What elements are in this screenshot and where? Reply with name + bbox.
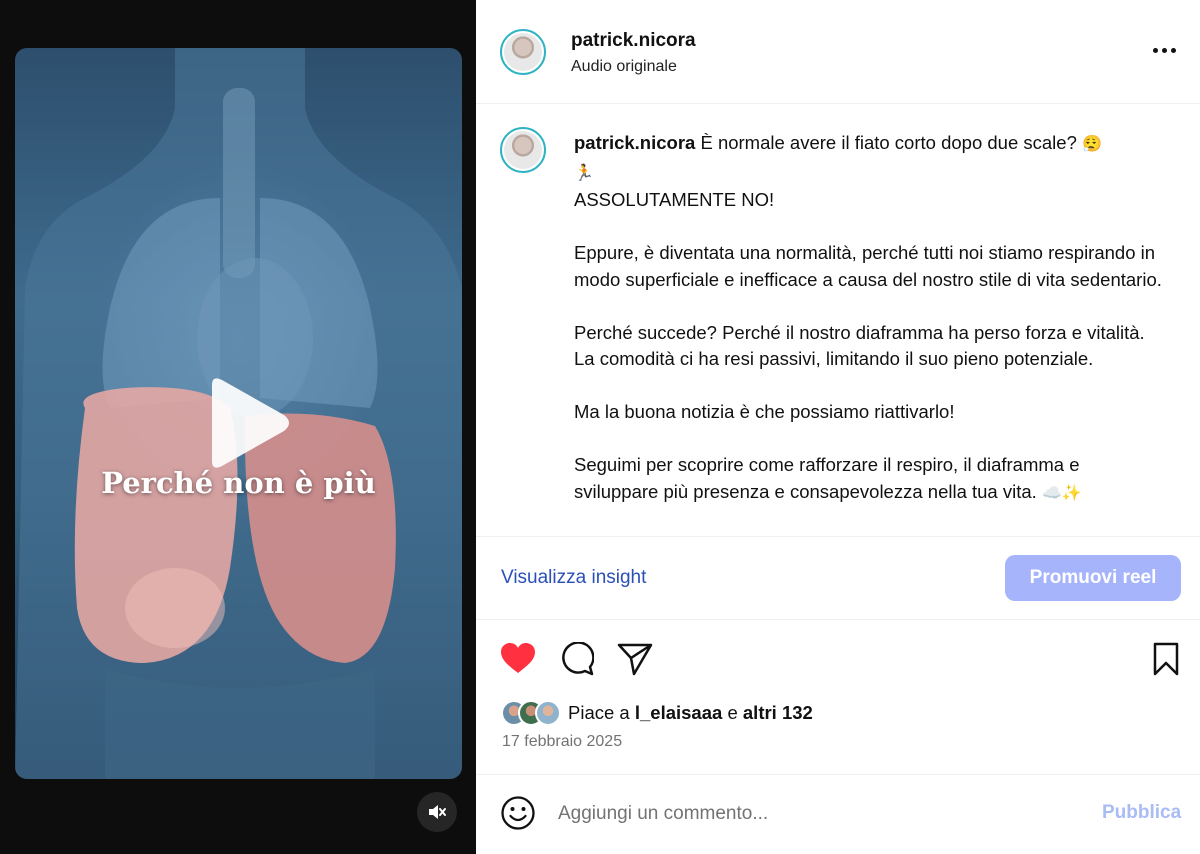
insight-row: Visualizza insight Promuovi reel — [476, 537, 1200, 620]
play-icon — [212, 378, 289, 468]
post-header: patrick.nicora Audio originale — [476, 0, 1200, 104]
liker-username[interactable]: l_elaisaaa — [635, 702, 722, 723]
likes-others[interactable]: altri 132 — [743, 702, 813, 723]
likes-conjunction: e — [727, 702, 738, 723]
comment-input[interactable] — [558, 799, 1058, 829]
publish-button[interactable]: Pubblica — [1102, 802, 1181, 824]
muted-speaker-icon — [429, 805, 446, 819]
likes-prefix: Piace a — [568, 702, 630, 723]
post-panel: patrick.nicora Audio originale patrick.n… — [476, 0, 1200, 854]
comment-bubble-icon — [562, 641, 595, 676]
view-insights-link[interactable]: Visualizza insight — [501, 567, 646, 589]
more-dot-icon — [1170, 47, 1176, 53]
paper-plane-icon — [617, 643, 653, 676]
likes-summary[interactable]: Piace a l_elaisaaa e altri 132 — [501, 697, 813, 729]
heart-filled-icon — [501, 643, 535, 673]
liker-avatar — [535, 700, 561, 726]
caption-paragraph: Eppure, è diventata una normalità, perch… — [574, 242, 1162, 290]
video-overlay-text: Perché non è più — [101, 466, 376, 500]
caption-area[interactable]: patrick.nicora È normale avere il fiato … — [476, 104, 1200, 537]
caption-avatar[interactable] — [500, 127, 546, 173]
exhale-emoji: 😮‍💨 — [1082, 136, 1102, 153]
runner-emoji: 🏃 — [574, 164, 594, 182]
bookmark-icon — [1153, 642, 1179, 676]
caption-paragraph: Ma la buona notizia è che possiamo riatt… — [574, 401, 955, 422]
audio-label[interactable]: Audio originale — [571, 58, 677, 76]
mute-button[interactable] — [417, 792, 457, 832]
post-date[interactable]: 17 febbraio 2025 — [502, 733, 622, 751]
caption-paragraph: Seguimi per scoprire come rafforzare il … — [574, 454, 1080, 502]
comment-row: Pubblica — [476, 775, 1200, 854]
caption-paragraph: ASSOLUTAMENTE NO! — [574, 189, 775, 210]
more-dot-icon — [1152, 47, 1158, 53]
cloud-sparkle-emoji: ☁️✨ — [1041, 484, 1082, 502]
caption-username[interactable]: patrick.nicora — [574, 132, 695, 153]
action-bar: Piace a l_elaisaaa e altri 132 17 febbra… — [476, 620, 1200, 775]
emoji-picker-button[interactable] — [500, 795, 536, 836]
smiley-icon — [501, 796, 535, 830]
avatar[interactable] — [500, 29, 546, 75]
video-pane: Perché non è più — [0, 0, 476, 854]
caption-line1: È normale avere il fiato corto dopo due … — [700, 132, 1077, 153]
more-dot-icon — [1161, 47, 1167, 53]
caption-paragraph: Perché succede? Perché il nostro diafram… — [574, 321, 1145, 370]
caption-text: patrick.nicora È normale avere il fiato … — [574, 130, 1164, 507]
play-button[interactable] — [198, 373, 294, 478]
reel-video[interactable]: Perché non è più — [15, 48, 462, 779]
more-options-button[interactable] — [1148, 38, 1180, 62]
header-username[interactable]: patrick.nicora — [571, 30, 696, 52]
share-button[interactable] — [617, 642, 653, 681]
comment-button[interactable] — [560, 641, 595, 681]
likes-text: Piace a l_elaisaaa e altri 132 — [568, 702, 813, 724]
like-button[interactable] — [500, 642, 536, 679]
promote-reel-button[interactable]: Promuovi reel — [1005, 555, 1181, 601]
save-button[interactable] — [1152, 642, 1180, 681]
